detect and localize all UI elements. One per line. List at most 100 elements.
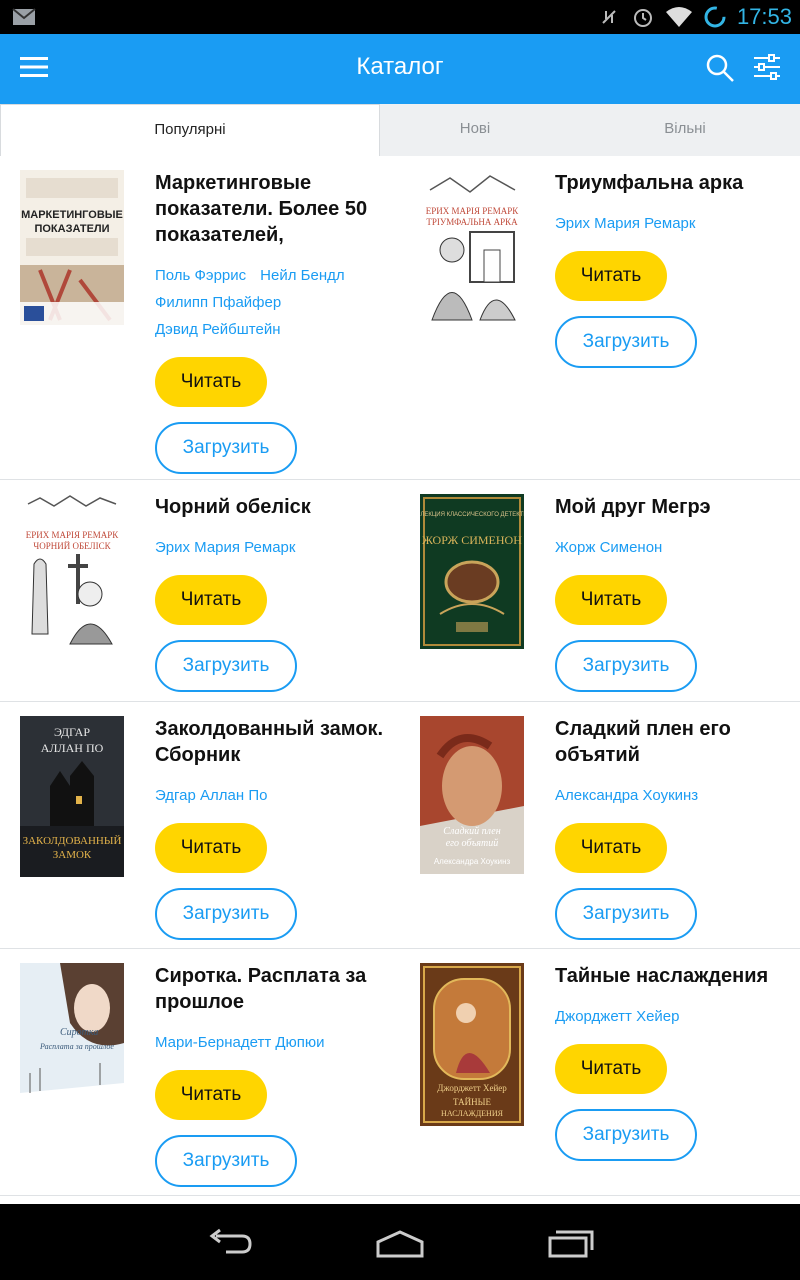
- book-title[interactable]: Чорний обеліск: [155, 494, 387, 520]
- download-button[interactable]: Загрузить: [155, 1135, 297, 1187]
- book-card[interactable]: ЕРИХ МАРІЯ РЕМАРК ТРІУМФАЛЬНА АРКА Триум…: [400, 156, 800, 479]
- svg-text:ЧОРНИЙ ОБЕЛІСК: ЧОРНИЙ ОБЕЛІСК: [33, 541, 111, 551]
- book-info: Мой друг Мегрэ Жорж Сименон Читать Загру…: [555, 494, 787, 692]
- svg-text:Сладкий плен: Сладкий плен: [443, 826, 500, 837]
- author-list: Эдгар Аллан По: [155, 782, 387, 809]
- book-card[interactable]: ЭДГАР АЛЛАН ПО ЗАКОЛДОВАННЫЙ ЗАМОК Закол…: [0, 702, 400, 948]
- back-icon[interactable]: [206, 1228, 254, 1258]
- book-cover-image[interactable]: КОЛЛЕКЦИЯ КЛАССИЧЕСКОГО ДЕТЕКТИВА ЖОРЖ С…: [420, 494, 524, 649]
- author-list: Эрих Мария Ремарк: [555, 210, 787, 237]
- svg-text:ТАЙНЫЕ: ТАЙНЫЕ: [453, 1097, 491, 1107]
- mute-icon: [602, 10, 616, 24]
- read-button[interactable]: Читать: [555, 1044, 667, 1094]
- book-cover-image[interactable]: ЕРИХ МАРІЯ РЕМАРК ЧОРНИЙ ОБЕЛІСК: [20, 494, 124, 649]
- book-info: Триумфальна арка Эрих Мария Ремарк Читат…: [555, 170, 787, 368]
- book-card[interactable]: МАРКЕТИНГОВЫЕ ПОКАЗАТЕЛИ Маркетинговые п…: [0, 156, 400, 479]
- book-title[interactable]: Триумфальна арка: [555, 170, 787, 196]
- book-cover-image[interactable]: Джорджетт Хейер ТАЙНЫЕ НАСЛАЖДЕНИЯ: [420, 963, 524, 1126]
- svg-text:Сиротка: Сиротка: [60, 1027, 98, 1038]
- svg-text:КОЛЛЕКЦИЯ КЛАССИЧЕСКОГО ДЕТЕКТ: КОЛЛЕКЦИЯ КЛАССИЧЕСКОГО ДЕТЕКТИВА: [420, 512, 524, 518]
- tab-popular[interactable]: Популярні: [0, 104, 380, 156]
- book-info: Сиротка. Расплата за прошлое Мари-Бернад…: [155, 963, 387, 1187]
- download-button[interactable]: Загрузить: [155, 640, 297, 692]
- catalog-row: ЕРИХ МАРІЯ РЕМАРК ЧОРНИЙ ОБЕЛІСК Чорний …: [0, 480, 800, 702]
- author-link[interactable]: Дэвид Рейбштейн: [155, 316, 280, 343]
- alarm-icon: [633, 9, 652, 27]
- svg-text:ЗАМОК: ЗАМОК: [53, 849, 92, 861]
- author-list: Жорж Сименон: [555, 534, 787, 561]
- catalog-list: МАРКЕТИНГОВЫЕ ПОКАЗАТЕЛИ Маркетинговые п…: [0, 156, 800, 1204]
- author-link[interactable]: Поль Фэррис: [155, 262, 246, 289]
- book-info: Тайные наслаждения Джорджетт Хейер Читат…: [555, 963, 787, 1161]
- book-title[interactable]: Тайные наслаждения: [555, 963, 787, 989]
- book-cover-image[interactable]: МАРКЕТИНГОВЫЕ ПОКАЗАТЕЛИ: [20, 170, 124, 325]
- book-card[interactable]: Сладкий плен его объятий Александра Хоук…: [400, 702, 800, 948]
- book-title[interactable]: Мой друг Мегрэ: [555, 494, 787, 520]
- book-info: Заколдованный замок. Сборник Эдгар Аллан…: [155, 716, 387, 940]
- home-icon[interactable]: [374, 1228, 426, 1258]
- search-icon[interactable]: [705, 53, 735, 83]
- author-list: Джорджетт Хейер: [555, 1003, 787, 1030]
- svg-text:ЭДГАР: ЭДГАР: [54, 725, 90, 739]
- svg-text:НАСЛАЖДЕНИЯ: НАСЛАЖДЕНИЯ: [441, 1109, 504, 1118]
- book-title[interactable]: Заколдованный замок. Сборник: [155, 716, 387, 768]
- sync-icon: [704, 6, 726, 28]
- book-card[interactable]: КОЛЛЕКЦИЯ КЛАССИЧЕСКОГО ДЕТЕКТИВА ЖОРЖ С…: [400, 480, 800, 701]
- download-button[interactable]: Загрузить: [555, 888, 697, 940]
- read-button[interactable]: Читать: [155, 575, 267, 625]
- download-button[interactable]: Загрузить: [155, 888, 297, 940]
- download-button[interactable]: Загрузить: [155, 422, 297, 474]
- read-button[interactable]: Читать: [155, 357, 267, 407]
- tab-free[interactable]: Вільні: [570, 104, 800, 154]
- book-cover-image[interactable]: Сиротка Расплата за прошлое: [20, 963, 124, 1125]
- author-link[interactable]: Жорж Сименон: [555, 534, 662, 561]
- catalog-row: Сиротка Расплата за прошлое Сиротка. Рас…: [0, 949, 800, 1196]
- book-card[interactable]: Сиротка Расплата за прошлое Сиротка. Рас…: [0, 949, 400, 1195]
- filter-settings-icon[interactable]: [752, 52, 782, 82]
- book-title[interactable]: Сиротка. Расплата за прошлое: [155, 963, 387, 1015]
- book-info: Чорний обеліск Эрих Мария Ремарк Читать …: [155, 494, 387, 692]
- book-cover-image[interactable]: ЕРИХ МАРІЯ РЕМАРК ТРІУМФАЛЬНА АРКА: [420, 170, 524, 325]
- svg-text:МАРКЕТИНГОВЫЕ: МАРКЕТИНГОВЫЕ: [21, 209, 123, 221]
- svg-text:ЕРИХ МАРІЯ РЕМАРК: ЕРИХ МАРІЯ РЕМАРК: [26, 530, 120, 540]
- author-link[interactable]: Филипп Пфайфер: [155, 289, 281, 316]
- svg-text:ЗАКОЛДОВАННЫЙ: ЗАКОЛДОВАННЫЙ: [23, 835, 122, 847]
- svg-text:АЛЛАН ПО: АЛЛАН ПО: [41, 741, 104, 755]
- book-title[interactable]: Маркетинговые показатели. Более 50 показ…: [155, 170, 387, 248]
- system-nav-bar: [0, 1204, 800, 1280]
- book-card[interactable]: Джорджетт Хейер ТАЙНЫЕ НАСЛАЖДЕНИЯ Тайны…: [400, 949, 800, 1195]
- app-bar: Каталог: [0, 34, 800, 104]
- catalog-row: ЭДГАР АЛЛАН ПО ЗАКОЛДОВАННЫЙ ЗАМОК Закол…: [0, 702, 800, 949]
- read-button[interactable]: Читать: [555, 251, 667, 301]
- author-list: Александра Хоукинз: [555, 782, 787, 809]
- author-link[interactable]: Мари-Бернадетт Дюпюи: [155, 1029, 325, 1056]
- read-button[interactable]: Читать: [555, 575, 667, 625]
- catalog-row: МАРКЕТИНГОВЫЕ ПОКАЗАТЕЛИ Маркетинговые п…: [0, 156, 800, 480]
- author-list: Мари-Бернадетт Дюпюи: [155, 1029, 387, 1056]
- book-title[interactable]: Сладкий плен его объятий: [555, 716, 787, 768]
- read-button[interactable]: Читать: [555, 823, 667, 873]
- author-link[interactable]: Эрих Мария Ремарк: [155, 534, 295, 561]
- author-link[interactable]: Эдгар Аллан По: [155, 782, 267, 809]
- author-link[interactable]: Джорджетт Хейер: [555, 1003, 679, 1030]
- author-link[interactable]: Эрих Мария Ремарк: [555, 210, 695, 237]
- svg-text:Расплата за прошлое: Расплата за прошлое: [39, 1042, 114, 1051]
- book-card[interactable]: ЕРИХ МАРІЯ РЕМАРК ЧОРНИЙ ОБЕЛІСК Чорний …: [0, 480, 400, 701]
- book-cover-image[interactable]: Сладкий плен его объятий Александра Хоук…: [420, 716, 524, 874]
- read-button[interactable]: Читать: [155, 1070, 267, 1120]
- author-list: Поль Фэррис Нейл Бендл Филипп Пфайфер Дэв…: [155, 262, 387, 343]
- recent-apps-icon[interactable]: [546, 1226, 596, 1260]
- download-button[interactable]: Загрузить: [555, 1109, 697, 1161]
- read-button[interactable]: Читать: [155, 823, 267, 873]
- download-button[interactable]: Загрузить: [555, 316, 697, 368]
- book-cover-image[interactable]: ЭДГАР АЛЛАН ПО ЗАКОЛДОВАННЫЙ ЗАМОК: [20, 716, 124, 877]
- gmail-notification-icon: [12, 8, 36, 25]
- author-link[interactable]: Александра Хоукинз: [555, 782, 698, 809]
- download-button[interactable]: Загрузить: [555, 640, 697, 692]
- author-link[interactable]: Нейл Бендл: [260, 262, 344, 289]
- page-title: Каталог: [356, 53, 444, 80]
- svg-text:Александра Хоукинз: Александра Хоукинз: [434, 857, 511, 866]
- author-list: Эрих Мария Ремарк: [155, 534, 387, 561]
- tab-bar: Популярні Нові Вільні: [0, 104, 800, 156]
- tab-new[interactable]: Нові: [380, 104, 570, 154]
